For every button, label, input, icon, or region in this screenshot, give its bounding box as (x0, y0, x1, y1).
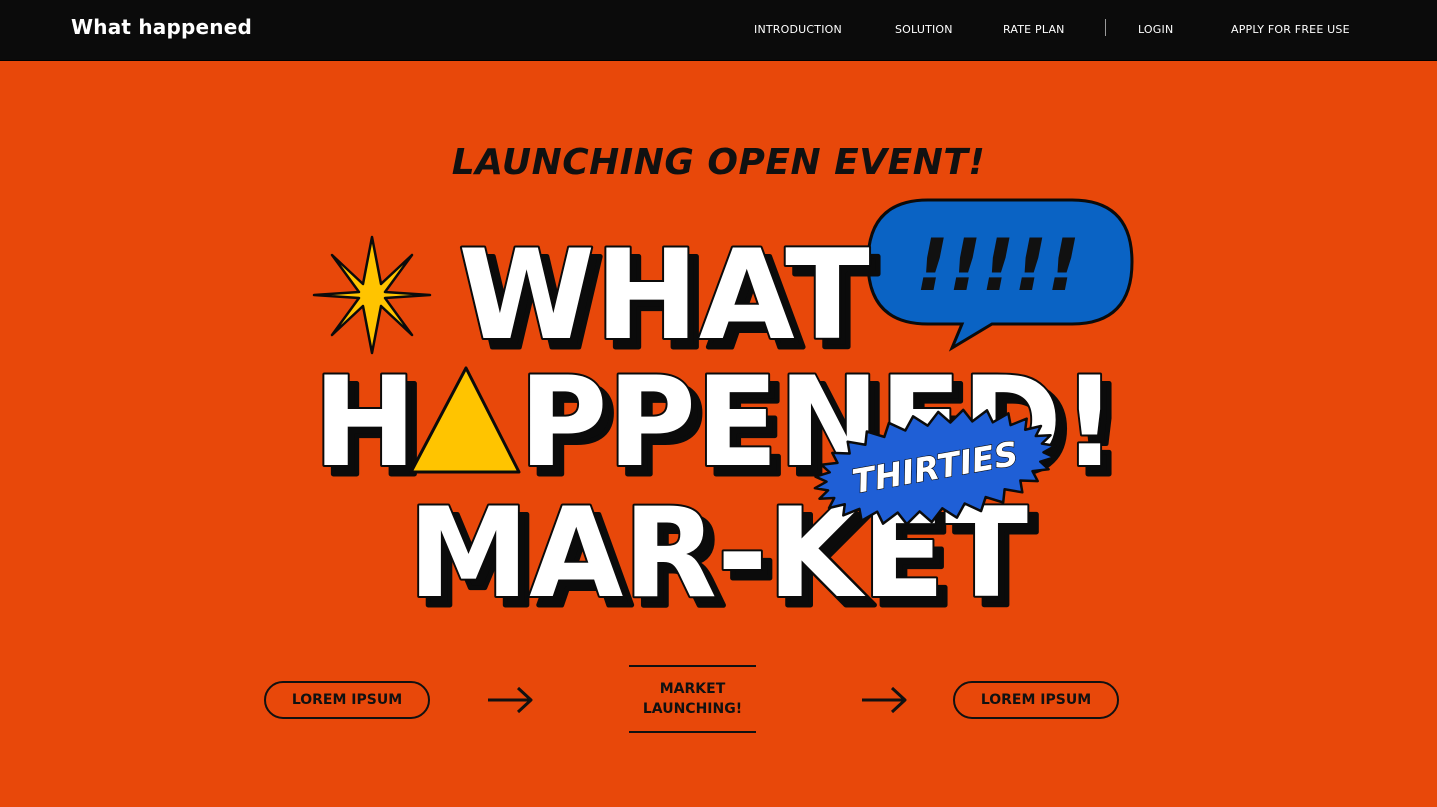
sparkle-star-icon (312, 235, 432, 355)
speech-bubble-icon: !!!!! (866, 198, 1134, 352)
market-launching-line1: MARKET (659, 681, 726, 697)
lorem-ipsum-right-button[interactable]: LOREM IPSUM (953, 681, 1119, 719)
market-launching-label: MARKET LAUNCHING! (629, 665, 756, 733)
speech-bubble-text: !!!!! (916, 223, 1080, 307)
lorem-ipsum-left-button[interactable]: LOREM IPSUM (264, 681, 430, 719)
market-launching-line2: LAUNCHING! (642, 701, 743, 717)
headline-what: WHAT (458, 224, 869, 368)
triangle-letter-a-icon (409, 366, 521, 474)
headline-h: H (313, 351, 417, 495)
arrow-right-icon (862, 686, 907, 714)
arrow-right-icon (488, 686, 533, 714)
